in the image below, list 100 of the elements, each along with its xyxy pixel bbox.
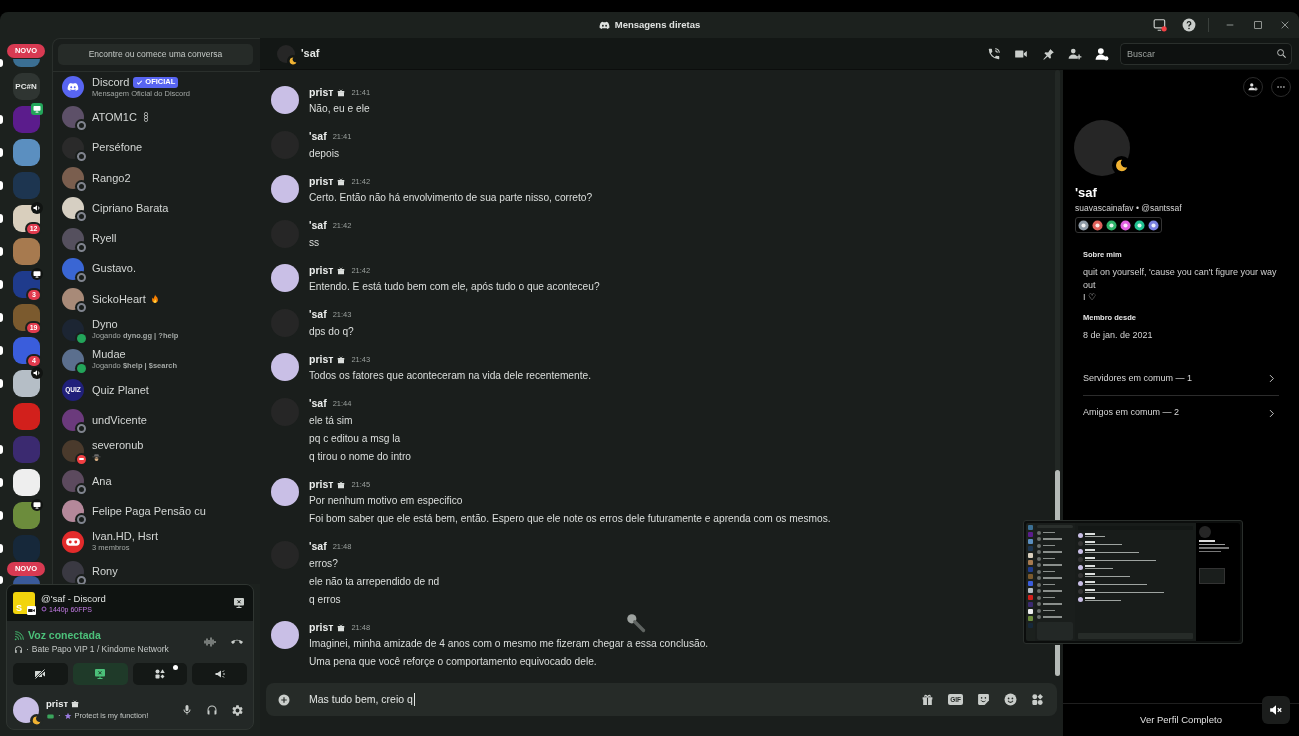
- section-text: I ♡: [1083, 291, 1097, 304]
- message-text: depois: [309, 146, 341, 161]
- server-image-placeholder[interactable]: [12, 370, 40, 397]
- stop-stream-icon[interactable]: [233, 597, 245, 609]
- contact-name[interactable]: Gustavo.: [92, 262, 137, 276]
- section-text: 8 de jan. de 2021: [1083, 328, 1154, 341]
- camera-icon: [27, 606, 36, 615]
- contact-name[interactable]: Discord: [92, 75, 130, 89]
- avatar-placeholder[interactable]: [62, 167, 84, 190]
- profile-badge-icon[interactable]: [1148, 219, 1159, 231]
- message-text: ele tá sim: [309, 413, 354, 428]
- contact-name[interactable]: Felipe Paga Pensão cu: [92, 504, 206, 518]
- contact-name[interactable]: Cipriano Barata: [92, 201, 169, 215]
- author-name: prisт: [309, 262, 334, 278]
- avatar-placeholder[interactable]: [62, 409, 84, 432]
- avatar-placeholder[interactable]: [62, 439, 84, 462]
- scrollbar-thumb[interactable]: [1055, 470, 1060, 520]
- author-name: prisт: [309, 173, 334, 189]
- contact-name[interactable]: undVicente: [92, 413, 147, 427]
- activities-button[interactable]: [132, 663, 188, 685]
- message-text: q tirou o nome do intro: [309, 449, 411, 464]
- close-icon[interactable]: [1280, 20, 1290, 30]
- maximize-icon[interactable]: [1253, 20, 1263, 30]
- author-name: prisт: [309, 351, 334, 367]
- gift-icon[interactable]: [921, 693, 935, 706]
- logo-icon: [598, 19, 610, 31]
- waveform-icon[interactable]: [204, 636, 216, 648]
- view-full-profile-button[interactable]: Ver Perfil Completo: [1140, 712, 1222, 728]
- contact-name[interactable]: Rango2: [92, 171, 131, 185]
- message-input[interactable]: Mas tudo bem, creio q: [309, 683, 922, 716]
- separator-dot: ·: [26, 642, 29, 656]
- server-image-placeholder[interactable]: [12, 469, 40, 496]
- section-text: quit on yourself, 'cause you can't figure your way out: [1083, 266, 1278, 291]
- star-icon: [63, 712, 72, 720]
- author-name: prisт: [309, 84, 334, 100]
- avatar-placeholder[interactable]: [62, 227, 84, 250]
- avatar-placeholder[interactable]: [62, 136, 84, 159]
- horn-icon: [213, 668, 226, 680]
- add-friend-icon[interactable]: [1068, 46, 1082, 61]
- author-name: 'saf: [309, 307, 327, 323]
- monitor-record-icon[interactable]: [1153, 18, 1167, 32]
- device-icon: [46, 712, 55, 720]
- contact-name[interactable]: Dyno: [92, 318, 118, 331]
- microphone-icon[interactable]: [181, 704, 193, 716]
- avatar-placeholder[interactable]: [62, 197, 84, 220]
- profile-badge-icon[interactable]: [1134, 219, 1145, 231]
- contact-name[interactable]: Quiz Planet: [92, 383, 149, 397]
- group-avatar-icon[interactable]: [62, 530, 84, 553]
- speaker-muted-icon: [1269, 703, 1283, 717]
- server-icon[interactable]: PC#N: [12, 73, 40, 100]
- screen-share-button[interactable]: [72, 663, 128, 685]
- avatar-placeholder[interactable]: [62, 288, 84, 311]
- profile-badge-icon[interactable]: [1092, 219, 1103, 231]
- contact-name[interactable]: Rony: [92, 565, 118, 579]
- chevron-right-icon: [1267, 408, 1276, 418]
- pin-icon[interactable]: [1041, 46, 1055, 61]
- message-text: Uma pena que você reforçe o comportamento equivocado dele.: [309, 655, 598, 669]
- headphones-icon: [14, 644, 23, 654]
- contact-name[interactable]: SickoHeart: [92, 292, 146, 306]
- author-name: prisт: [309, 476, 334, 492]
- message-text: Não, eu e ele: [309, 102, 371, 116]
- contact-name[interactable]: Ana: [92, 474, 112, 488]
- contact-name[interactable]: Ryell: [92, 232, 117, 246]
- settings-icon[interactable]: [231, 703, 244, 717]
- sticker-icon[interactable]: [977, 693, 990, 706]
- shapes-icon: [153, 668, 166, 680]
- message-text: ss: [309, 235, 321, 250]
- emoji-icon[interactable]: [1004, 693, 1017, 706]
- contact-name[interactable]: ATOM1C: [92, 110, 137, 124]
- add-attachment-button[interactable]: [278, 693, 290, 706]
- headphones-icon[interactable]: [206, 704, 218, 716]
- contact-name[interactable]: Mudae: [92, 348, 126, 362]
- camera-off-icon: [34, 668, 47, 680]
- logo-avatar-icon[interactable]: [62, 76, 84, 99]
- profile-badge-icon[interactable]: [1078, 219, 1089, 231]
- camera-button[interactable]: [13, 663, 68, 685]
- avatar-placeholder[interactable]: [62, 106, 84, 129]
- profile-badge-icon[interactable]: [1106, 219, 1117, 231]
- avatar-placeholder[interactable]: [62, 348, 84, 371]
- mute-stream-button[interactable]: [1262, 696, 1290, 724]
- message-text: Imaginei, minha amizade de 4 anos com o mesmo me fizeram chegar a essa conclusão.: [309, 637, 709, 651]
- message-text: ele não ta arrependido de nd: [309, 574, 440, 589]
- contact-name[interactable]: Ivan.HD, Hsrt: [92, 530, 158, 544]
- help-icon[interactable]: [1182, 18, 1196, 32]
- server-image-placeholder[interactable]: [12, 502, 40, 529]
- contact-name[interactable]: severonub: [92, 439, 144, 453]
- contact-name[interactable]: Perséfone: [92, 141, 143, 155]
- avatar-placeholder[interactable]: [62, 500, 84, 523]
- user-profile-icon[interactable]: [1095, 46, 1109, 61]
- find-conversation-button[interactable]: Encontre ou comece uma conversa: [58, 44, 253, 65]
- soundboard-button[interactable]: [192, 663, 247, 685]
- profile-link[interactable]: Amigos em comum — 2: [1083, 402, 1279, 424]
- avatar-placeholder[interactable]: [62, 318, 84, 341]
- author-name: 'saf: [309, 218, 327, 234]
- voice-channel: Bate Papo VIP 1 / Kindome Network: [31, 642, 169, 656]
- apps-icon[interactable]: [1031, 693, 1044, 706]
- scrollbar-thumb[interactable]: [1055, 645, 1060, 676]
- profile-link[interactable]: Servidores em comum — 1: [1083, 367, 1279, 390]
- profile-badge-icon[interactable]: [1120, 219, 1131, 231]
- phone-call-icon[interactable]: [987, 46, 1001, 61]
